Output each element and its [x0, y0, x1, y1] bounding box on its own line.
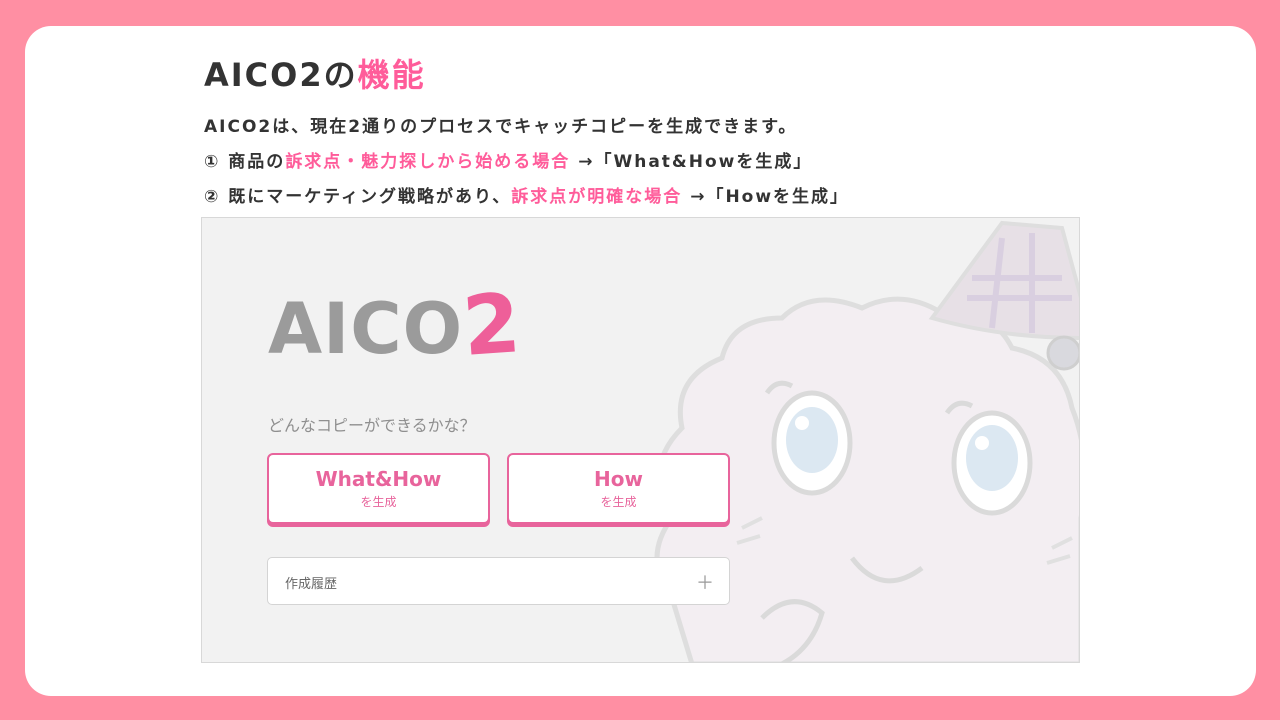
description-intro: AICO2は、現在2通りのプロセスでキャッチコピーを生成できます。 — [204, 117, 798, 137]
button-label: What&How — [315, 467, 442, 491]
history-label: 作成履歴 — [285, 577, 338, 592]
logo-number: 2 — [459, 276, 525, 375]
aico2-logo: AICO2 — [268, 276, 524, 375]
history-accordion[interactable]: 作成履歴 ＋ — [267, 557, 730, 605]
item2-highlight: 訴求点が明確な場合 — [511, 187, 683, 207]
button-sublabel: を生成 — [360, 495, 397, 509]
item1-highlight: 訴求点・魅力探しから始める場合 — [285, 152, 571, 172]
title-highlight: 機能 — [357, 56, 426, 94]
item1-prefix: ① 商品の — [204, 152, 286, 172]
logo-text: AICO — [268, 288, 464, 370]
description-item-2: ② 既にマーケティング戦略があり、訴求点が明確な場合 →「Howを生成」 — [204, 182, 1104, 217]
app-screenshot: AICO2 どんなコピーができるかな？ What&How を生成 How を生成… — [201, 217, 1080, 663]
title-prefix: AICO2の — [204, 56, 358, 94]
slide-title: AICO2の機能 — [204, 50, 426, 96]
button-sublabel: を生成 — [600, 495, 637, 509]
item2-suffix: →「Howを生成」 — [682, 187, 850, 207]
description-item-1: ① 商品の訴求点・魅力探しから始める場合 →「What&Howを生成」 — [204, 147, 1104, 182]
description: AICO2は、現在2通りのプロセスでキャッチコピーを生成できます。 ① 商品の訴… — [204, 112, 1104, 217]
hat-ball — [1046, 335, 1079, 371]
generate-what-how-button[interactable]: What&How を生成 — [267, 453, 490, 524]
button-label: How — [594, 467, 643, 491]
generate-how-button[interactable]: How を生成 — [507, 453, 730, 524]
item1-suffix: →「What&Howを生成」 — [570, 152, 813, 172]
prompt-question: どんなコピーができるかな？ — [268, 416, 476, 435]
plus-icon[interactable]: ＋ — [696, 569, 714, 595]
item2-prefix: ② 既にマーケティング戦略があり、 — [204, 187, 512, 207]
